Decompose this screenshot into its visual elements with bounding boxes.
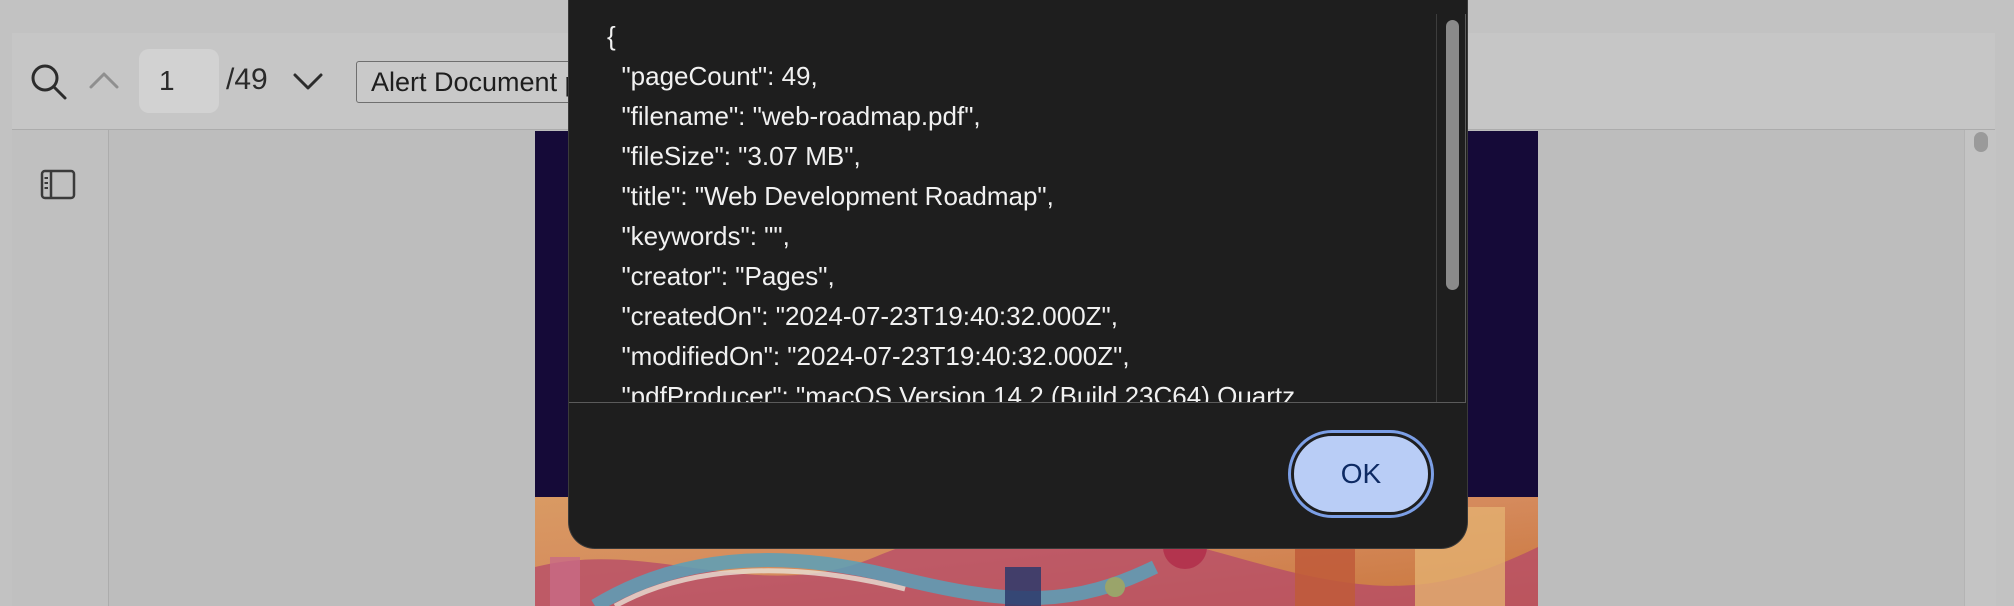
chevron-up-icon[interactable]	[86, 63, 122, 99]
ok-button[interactable]: OK	[1291, 433, 1431, 515]
properties-line: "title": "Web Development Roadmap",	[607, 181, 1054, 211]
properties-line: "pageCount": 49,	[607, 61, 818, 91]
page-scrollbar-thumb[interactable]	[1974, 132, 1988, 152]
properties-line: "modifiedOn": "2024-07-23T19:40:32.000Z"…	[607, 341, 1130, 371]
dialog-scrollbar[interactable]	[1436, 14, 1465, 402]
page-scrollbar[interactable]	[1964, 130, 1996, 606]
chevron-down-icon[interactable]	[290, 63, 326, 99]
search-icon[interactable]	[28, 61, 68, 101]
properties-line: "createdOn": "2024-07-23T19:40:32.000Z",	[607, 301, 1119, 331]
properties-line: "fileSize": "3.07 MB",	[607, 141, 861, 171]
sidebar-toggle-icon[interactable]	[40, 168, 76, 202]
properties-line: {	[607, 21, 616, 51]
properties-line: "pdfProducer": "macOS Version 14.2 (Buil…	[607, 381, 1296, 403]
properties-line: "filename": "web-roadmap.pdf",	[607, 101, 981, 131]
sidebar	[12, 130, 109, 606]
document-properties-dialog: { "pageCount": 49, "filename": "web-road…	[569, 0, 1467, 548]
page-total: /49	[226, 63, 268, 96]
properties-text-area[interactable]: { "pageCount": 49, "filename": "web-road…	[569, 14, 1466, 403]
properties-json-text: { "pageCount": 49, "filename": "web-road…	[607, 16, 1296, 403]
dialog-scrollbar-thumb[interactable]	[1446, 20, 1459, 290]
properties-line: "keywords": "",	[607, 221, 790, 251]
page-number-input[interactable]	[139, 49, 219, 113]
properties-line: "creator": "Pages",	[607, 261, 835, 291]
